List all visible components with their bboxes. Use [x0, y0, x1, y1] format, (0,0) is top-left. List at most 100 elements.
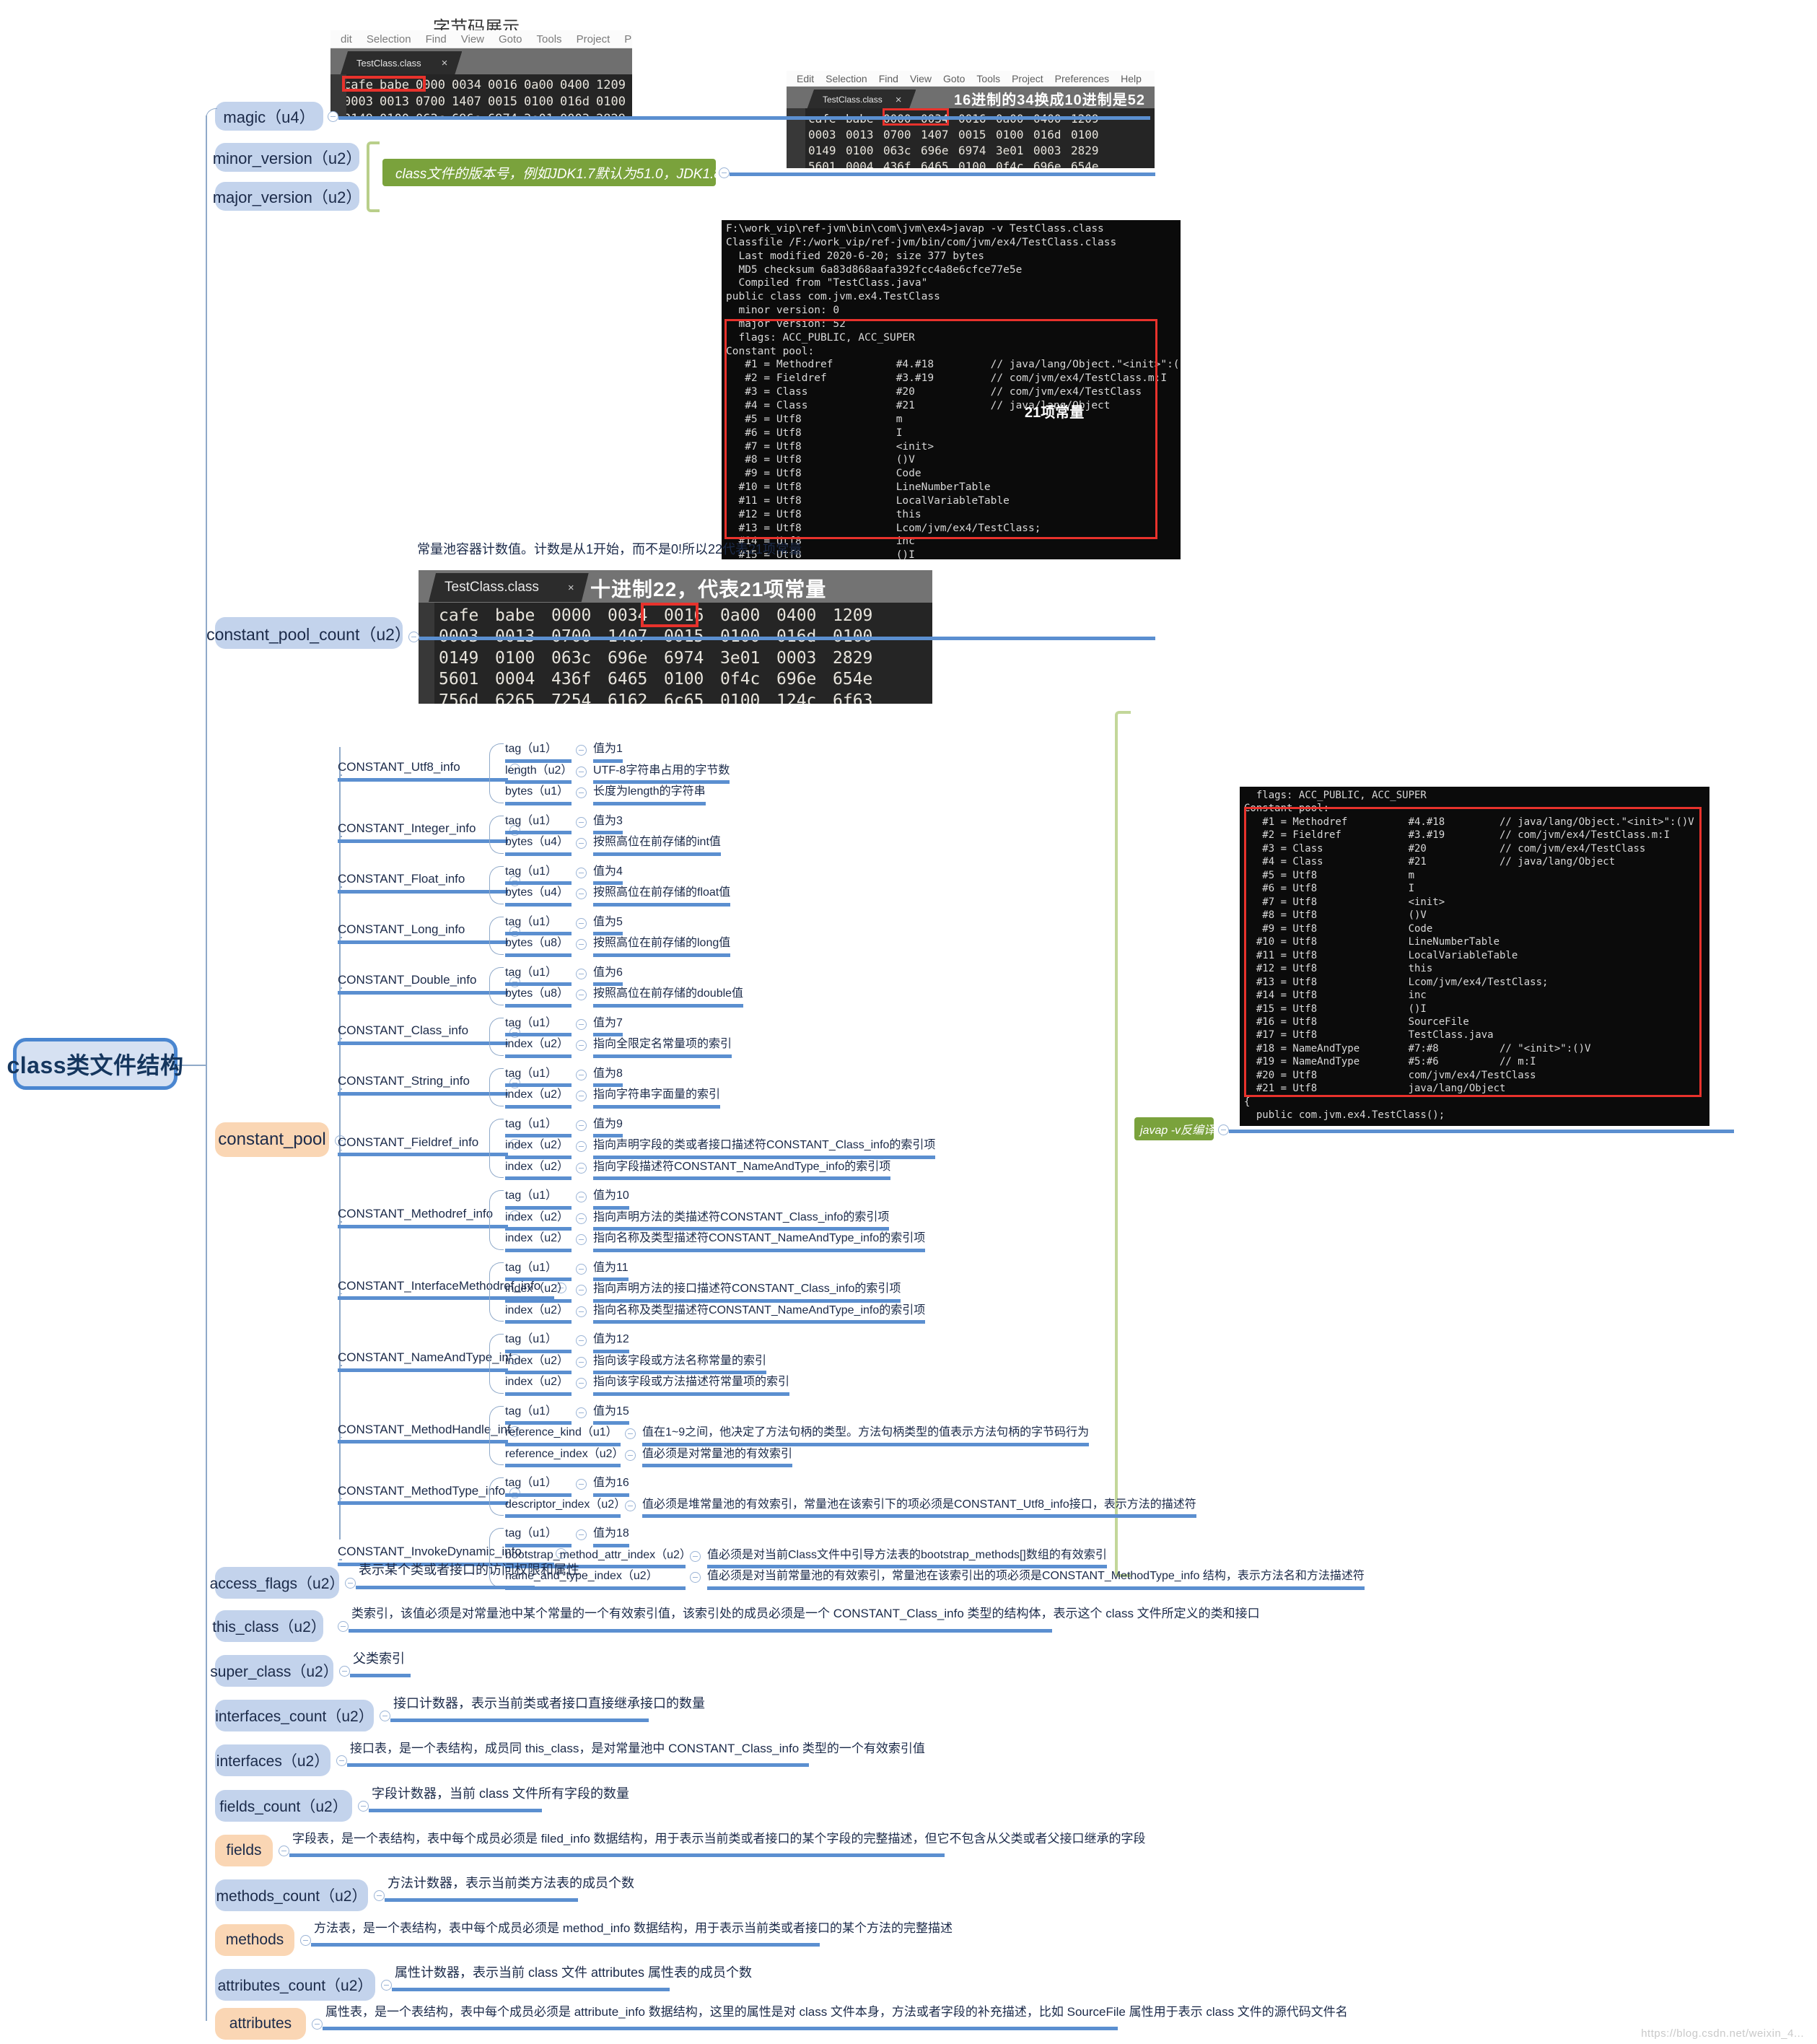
- close-icon[interactable]: ×: [568, 582, 574, 594]
- menu-item[interactable]: Preferences: [1055, 73, 1109, 84]
- menu-item[interactable]: Prefer: [624, 33, 632, 45]
- constant-pool-item-name[interactable]: CONSTANT_MethodHandle_info: [338, 1423, 517, 1444]
- collapse-handle-cp-field[interactable]: [576, 1119, 587, 1131]
- menu-item[interactable]: Find: [879, 73, 898, 84]
- collapse-handle-attributes[interactable]: [312, 2019, 323, 2030]
- collapse-handle-cp-field[interactable]: [690, 1550, 701, 1562]
- menu-item[interactable]: Selection: [367, 33, 411, 45]
- menu-item[interactable]: Goto: [943, 73, 965, 84]
- collapse-handle-cp-field[interactable]: [690, 1572, 701, 1583]
- cp-field-name[interactable]: index（u2）: [505, 1232, 572, 1252]
- constant-pool-item-name[interactable]: CONSTANT_NameAndType_info: [338, 1350, 519, 1372]
- collapse-handle-attributes-count[interactable]: [381, 1980, 392, 1991]
- hex1-file-tab[interactable]: TestClass.class ×: [341, 51, 462, 74]
- cp-field-name[interactable]: tag（u1）: [505, 916, 572, 936]
- collapse-handle-cp-field[interactable]: [576, 1141, 587, 1152]
- menu-item[interactable]: Selection: [826, 73, 867, 84]
- collapse-handle-this-class[interactable]: [338, 1621, 349, 1632]
- collapse-handle-version-note[interactable]: [719, 167, 730, 178]
- cp-field-name[interactable]: tag（u1）: [505, 1118, 572, 1138]
- cp-field-name[interactable]: index（u2）: [505, 1211, 572, 1231]
- collapse-handle-cp-field[interactable]: [576, 766, 587, 777]
- collapse-handle-interfaces[interactable]: [336, 1755, 347, 1766]
- cp-field-name[interactable]: tag（u1）: [505, 1477, 572, 1497]
- collapse-handle-cp-field[interactable]: [576, 888, 587, 899]
- collapse-handle-cp-field[interactable]: [576, 1306, 587, 1317]
- constant-pool-item-name[interactable]: CONSTANT_MethodType_info: [338, 1484, 508, 1506]
- root-node[interactable]: class类文件结构: [6, 1038, 183, 1090]
- cp-field-name[interactable]: tag（u1）: [505, 1189, 572, 1210]
- menu-item[interactable]: Find: [426, 33, 447, 45]
- cp-field-name[interactable]: descriptor_index（u2）: [505, 1498, 626, 1519]
- cp-field-name[interactable]: reference_kind（u1）: [505, 1426, 621, 1446]
- cp-field-name[interactable]: index（u2）: [505, 1139, 572, 1159]
- menu-item[interactable]: Help: [1121, 73, 1142, 84]
- constant-pool-item-name[interactable]: CONSTANT_Float_info: [338, 872, 508, 894]
- node-interfaces-count[interactable]: interfaces_count（u2）: [215, 1700, 374, 1731]
- hex1-menubar[interactable]: dit Selection Find View Goto Tools Proje…: [330, 30, 632, 48]
- collapse-handle-cp-field[interactable]: [625, 1449, 636, 1461]
- node-methods[interactable]: methods: [215, 1924, 294, 1956]
- collapse-handle-cp-field[interactable]: [576, 1162, 587, 1174]
- menu-item[interactable]: dit: [341, 33, 352, 45]
- cp-field-name[interactable]: tag（u1）: [505, 1333, 572, 1353]
- node-methods-count[interactable]: methods_count（u2）: [215, 1879, 368, 1911]
- close-icon[interactable]: ×: [442, 57, 448, 69]
- collapse-handle-cp-field[interactable]: [576, 1018, 587, 1030]
- node-magic[interactable]: magic（u4）: [215, 102, 323, 131]
- collapse-handle-fields-count[interactable]: [358, 1801, 369, 1812]
- constant-pool-item-name[interactable]: CONSTANT_Double_info: [338, 973, 508, 995]
- constant-pool-item-name[interactable]: CONSTANT_Long_info: [338, 922, 508, 944]
- constant-pool-item-name[interactable]: CONSTANT_Fieldref_info: [338, 1135, 508, 1157]
- collapse-handle-cp-field[interactable]: [625, 1428, 636, 1439]
- node-super-class[interactable]: super_class（u2）: [210, 1655, 338, 1687]
- collapse-handle-cp-field[interactable]: [576, 1378, 587, 1389]
- cp-field-name[interactable]: index（u2）: [505, 1038, 572, 1058]
- collapse-handle-cp-field[interactable]: [576, 787, 587, 798]
- collapse-handle-cp-field[interactable]: [576, 838, 587, 849]
- hex2-file-tab[interactable]: TestClass.class ×: [807, 89, 916, 110]
- collapse-handle-cp-field[interactable]: [576, 1091, 587, 1101]
- node-version-note[interactable]: class文件的版本号，例如JDK1.7默认为51.0，JDK1.8默认为52.…: [382, 159, 789, 186]
- node-access-flags[interactable]: access_flags（u2）: [210, 1567, 344, 1599]
- cp-field-name[interactable]: index（u2）: [505, 1283, 572, 1303]
- collapse-handle-methods[interactable]: [300, 1935, 311, 1946]
- cp-field-name[interactable]: index（u2）: [505, 1376, 572, 1396]
- collapse-handle-magic[interactable]: [328, 111, 338, 122]
- cp-field-name[interactable]: tag（u1）: [505, 1527, 572, 1547]
- cp-field-name[interactable]: bytes（u8）: [505, 937, 572, 957]
- cp-field-name[interactable]: length（u2）: [505, 764, 572, 785]
- cp-field-name[interactable]: index（u2）: [505, 1304, 572, 1324]
- collapse-handle-methods-count[interactable]: [374, 1890, 385, 1901]
- cp-field-name[interactable]: bytes（u4）: [505, 886, 572, 907]
- cp-field-name[interactable]: tag（u1）: [505, 966, 572, 987]
- collapse-handle-interfaces-count[interactable]: [380, 1711, 390, 1721]
- menu-item[interactable]: Tools: [976, 73, 1000, 84]
- collapse-handle-cp-field[interactable]: [576, 1213, 587, 1224]
- collapse-handle-cp-field[interactable]: [576, 917, 587, 929]
- menu-item[interactable]: View: [461, 33, 484, 45]
- javap-terminal-right[interactable]: flags: ACC_PUBLIC, ACC_SUPER Constant po…: [1240, 787, 1709, 1126]
- collapse-handle-fields[interactable]: [279, 1846, 289, 1856]
- cp-field-name[interactable]: bytes（u8）: [505, 987, 572, 1008]
- collapse-handle-cp-field[interactable]: [576, 939, 587, 950]
- node-interfaces[interactable]: interfaces（u2）: [215, 1744, 330, 1776]
- collapse-handle-cp-field[interactable]: [576, 1479, 587, 1490]
- collapse-handle-cp-field[interactable]: [576, 1040, 587, 1051]
- collapse-handle-access-flags[interactable]: [345, 1578, 356, 1589]
- close-icon[interactable]: ×: [896, 94, 902, 106]
- constant-pool-item-name[interactable]: CONSTANT_Utf8_info: [338, 760, 508, 782]
- menu-item[interactable]: Goto: [499, 33, 522, 45]
- constant-pool-item-name[interactable]: CONSTANT_Integer_info: [338, 821, 508, 843]
- cp-field-name[interactable]: tag（u1）: [505, 865, 572, 886]
- hex2-menubar[interactable]: Edit Selection Find View Goto Tools Proj…: [787, 71, 1155, 87]
- constant-pool-item-name[interactable]: CONSTANT_String_info: [338, 1074, 508, 1096]
- node-fields[interactable]: fields: [215, 1835, 273, 1866]
- cp-field-name[interactable]: bytes（u1）: [505, 785, 572, 805]
- collapse-handle-cp-field[interactable]: [625, 1500, 636, 1511]
- collapse-handle-cp-field[interactable]: [576, 1069, 587, 1080]
- collapse-handle-cp-field[interactable]: [576, 1335, 587, 1346]
- hex3-file-tab[interactable]: TestClass.class ×: [429, 573, 589, 602]
- cp-field-name[interactable]: index（u2）: [505, 1355, 572, 1375]
- cp-field-name[interactable]: tag（u1）: [505, 1067, 572, 1088]
